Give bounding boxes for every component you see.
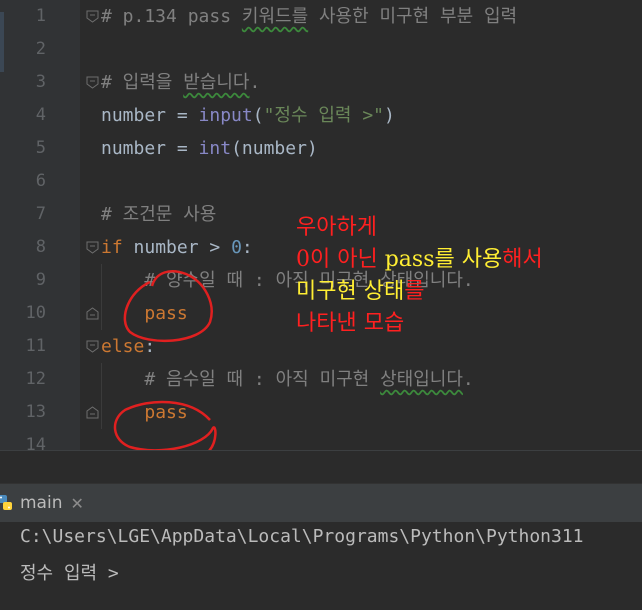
console-line-path: C:\Users\LGE\AppData\Local\Programs\Pyth…	[20, 526, 584, 547]
circle-scribble-2	[113, 400, 217, 450]
code-editor[interactable]: 1 # p.134 pass 키워드를 사용한 미구현 부분 입력 2 3 # 입력을 …	[0, 0, 642, 450]
annotation-line: 0이 아닌 pass를 사용해서	[296, 244, 636, 276]
python-icon	[0, 495, 12, 510]
run-tab-label: main	[20, 493, 63, 513]
run-tool-window-header: main ✕	[0, 483, 642, 522]
handwritten-annotation: 우아하게 0이 아닌 pass를 사용해서 미구현 상태를 나타낸 모습	[296, 212, 636, 340]
annotation-text: 0이 아닌	[296, 247, 385, 272]
annotation-line: 미구현 상태를	[296, 276, 636, 308]
annotation-text: 해서	[502, 247, 543, 272]
run-console[interactable]: C:\Users\LGE\AppData\Local\Programs\Pyth…	[0, 522, 642, 610]
editor-divider	[0, 450, 642, 483]
close-icon[interactable]: ✕	[70, 494, 83, 513]
circle-scribble-1	[123, 270, 213, 343]
annotation-text: 우아하게	[296, 215, 377, 240]
annotation-text: 미구현 상태	[296, 279, 405, 304]
annotation-line: 나타낸 모습	[296, 308, 636, 340]
annotation-text: pass를 사용	[384, 247, 503, 272]
run-tab-main[interactable]: main ✕	[0, 484, 94, 522]
annotation-text: 를	[404, 279, 425, 304]
annotation-line: 우아하게	[296, 212, 636, 244]
annotation-text: 나타낸 모습	[296, 311, 405, 336]
console-line-prompt: 정수 입력 >	[20, 563, 119, 584]
